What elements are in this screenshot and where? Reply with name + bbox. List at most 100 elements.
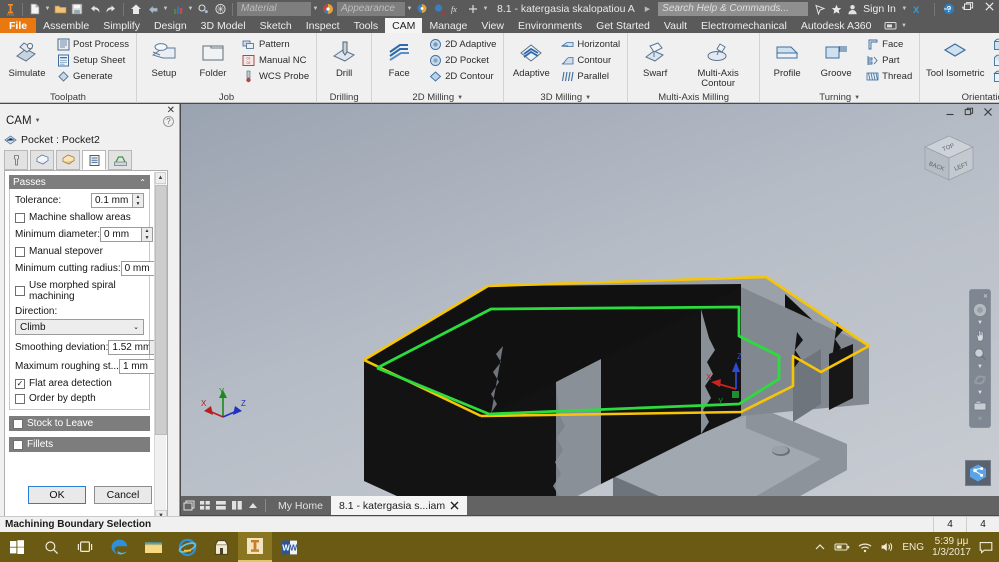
appearance-dropdown-icon[interactable]: ▼ [406, 6, 413, 12]
linking-tab[interactable] [108, 150, 132, 170]
manual-nc-button[interactable]: 01 02 Manual NC [239, 53, 312, 68]
turn-profile-button[interactable]: Profile [764, 36, 810, 79]
inventor-icon[interactable] [238, 532, 272, 562]
search-icon[interactable] [34, 532, 68, 562]
ok-button[interactable]: OK [28, 486, 86, 504]
minimum-diameter-input[interactable] [100, 227, 143, 242]
material-swatch-icon[interactable] [320, 1, 336, 17]
show-hidden-icons-chevron[interactable] [814, 542, 826, 552]
update-icon[interactable] [170, 1, 186, 17]
tab-close-icon[interactable] [450, 501, 459, 510]
zoom-dropdown-icon[interactable]: ▼ [977, 364, 983, 370]
face-button[interactable]: Face [376, 36, 422, 79]
ribbon-tab-manage[interactable]: Manage [422, 18, 474, 33]
qat-customize-icon[interactable]: ▼ [482, 6, 489, 12]
navbar-settings-icon[interactable]: ○ [978, 416, 982, 422]
ribbon-tab-vault[interactable]: Vault [657, 18, 694, 33]
edge-browser-icon[interactable] [102, 532, 136, 562]
simulate-button[interactable]: Simulate [4, 36, 50, 79]
swarf-button[interactable]: Swarf [632, 36, 678, 79]
ribbon-tab-assemble[interactable]: Assemble [36, 18, 96, 33]
search-submit-icon[interactable] [815, 4, 826, 15]
ribbon-overflow[interactable]: ▼ [878, 18, 913, 33]
look-icon[interactable] [971, 398, 989, 414]
ribbon-tab-electromechanical[interactable]: Electromechanical [694, 18, 794, 33]
panel-close-icon[interactable]: ✕ [167, 105, 175, 116]
machine-shallow-areas-checkbox[interactable] [15, 212, 25, 223]
pattern-button[interactable]: Pattern [239, 37, 312, 52]
undo-icon[interactable] [86, 1, 102, 17]
internet-explorer-icon[interactable] [170, 532, 204, 562]
group-label-orientation[interactable]: Orientation▼ [924, 92, 999, 103]
select-icon[interactable] [195, 1, 211, 17]
multi-axis-contour-button[interactable]: Multi-Axis Contour [681, 36, 755, 89]
update-dropdown-icon[interactable]: ▼ [187, 6, 194, 12]
scrollbar-thumb[interactable] [155, 185, 167, 435]
tolerance-input[interactable] [91, 193, 133, 208]
tool-right-button[interactable]: Tool Right [989, 53, 999, 68]
turn-thread-button[interactable]: Thread [862, 69, 915, 84]
geometry-tab[interactable] [30, 150, 54, 170]
tolerance-stepper[interactable]: ▲ ▼ [133, 193, 144, 208]
contour-3d-button[interactable]: Contour [557, 53, 623, 68]
browser-selector[interactable]: CAM ▼ [6, 115, 41, 127]
ribbon-tab-get-started[interactable]: Get Started [589, 18, 657, 33]
setup-button[interactable]: Setup [141, 36, 187, 79]
parameters-icon[interactable] [212, 1, 228, 17]
section-header-fillets[interactable]: Fillets [9, 437, 150, 452]
use-morphed-spiral-machining-checkbox[interactable] [15, 286, 25, 296]
adjust-appearance-icon[interactable] [414, 1, 430, 17]
search-input[interactable]: Search Help & Commands... [658, 2, 809, 16]
section-header-passes[interactable]: Passes ⌃ [9, 175, 150, 189]
cancel-button[interactable]: Cancel [94, 486, 152, 504]
tool-front-button[interactable]: Tool Front [989, 37, 999, 52]
turn-part-button[interactable]: Part [862, 53, 915, 68]
tile-grid-icon[interactable] [197, 496, 213, 515]
save-icon[interactable] [69, 1, 85, 17]
microsoft-store-icon[interactable] [204, 532, 238, 562]
panel-help-icon[interactable]: ? [163, 116, 174, 127]
ribbon-tab-cam[interactable]: CAM [385, 18, 423, 33]
tool-isometric-button[interactable]: Tool Isometric [924, 36, 986, 79]
checkbox-order-by-depth[interactable]: Order by depth [15, 393, 144, 404]
adaptive-2d-button[interactable]: 2D Adaptive [425, 37, 499, 52]
generate-button[interactable]: Generate [53, 69, 132, 84]
wcs-probe-button[interactable]: WCS Probe [239, 69, 312, 84]
pan-icon[interactable] [971, 328, 989, 344]
volume-icon[interactable] [880, 541, 894, 553]
notifications-icon[interactable] [979, 541, 993, 554]
turn-face-button[interactable]: Face [862, 37, 915, 52]
return-dropdown-icon[interactable]: ▼ [162, 6, 169, 12]
minimum-cutting-radius-input[interactable] [120, 261, 155, 276]
material-dropdown-icon[interactable]: ▼ [312, 6, 319, 12]
title-expand-icon[interactable]: ▶ [645, 5, 650, 13]
tab-my-home[interactable]: My Home [270, 496, 331, 515]
orbit-dropdown-icon[interactable]: ▼ [977, 390, 983, 396]
restore-button[interactable] [963, 1, 974, 12]
favorites-star-icon[interactable] [831, 4, 842, 15]
ribbon-tab-autodesk-a360[interactable]: Autodesk A360 [794, 18, 879, 33]
checkbox-flat-area-detection[interactable]: ✓ Flat area detection [15, 378, 144, 389]
ribbon-tab-environments[interactable]: Environments [511, 18, 589, 33]
new-file-icon[interactable] [27, 1, 43, 17]
ribbon-tab-sketch[interactable]: Sketch [253, 18, 299, 33]
expand-icon[interactable] [245, 496, 261, 515]
start-button-icon[interactable] [0, 532, 34, 562]
group-label-2d-milling[interactable]: 2D Milling ▼ [376, 92, 499, 103]
tile-vertical-icon[interactable] [229, 496, 245, 515]
minimize-button[interactable] [942, 1, 953, 12]
ribbon-tab-tools[interactable]: Tools [347, 18, 386, 33]
close-button[interactable] [984, 1, 995, 12]
wifi-icon[interactable] [858, 542, 872, 553]
ribbon-tab-3d-model[interactable]: 3D Model [194, 18, 253, 33]
open-folder-icon[interactable] [52, 1, 68, 17]
signin-dropdown-icon[interactable]: ▼ [901, 6, 908, 12]
add-qat-icon[interactable] [465, 1, 481, 17]
exchange-apps-icon[interactable]: X [913, 4, 926, 15]
orbit-icon[interactable] [971, 372, 989, 388]
folder-button[interactable]: Folder [190, 36, 236, 79]
turn-groove-button[interactable]: Groove [813, 36, 859, 79]
language-indicator[interactable]: ENG [902, 542, 924, 553]
stock-to-leave-checkbox[interactable] [13, 418, 23, 429]
new-file-dropdown-icon[interactable]: ▼ [44, 6, 51, 12]
